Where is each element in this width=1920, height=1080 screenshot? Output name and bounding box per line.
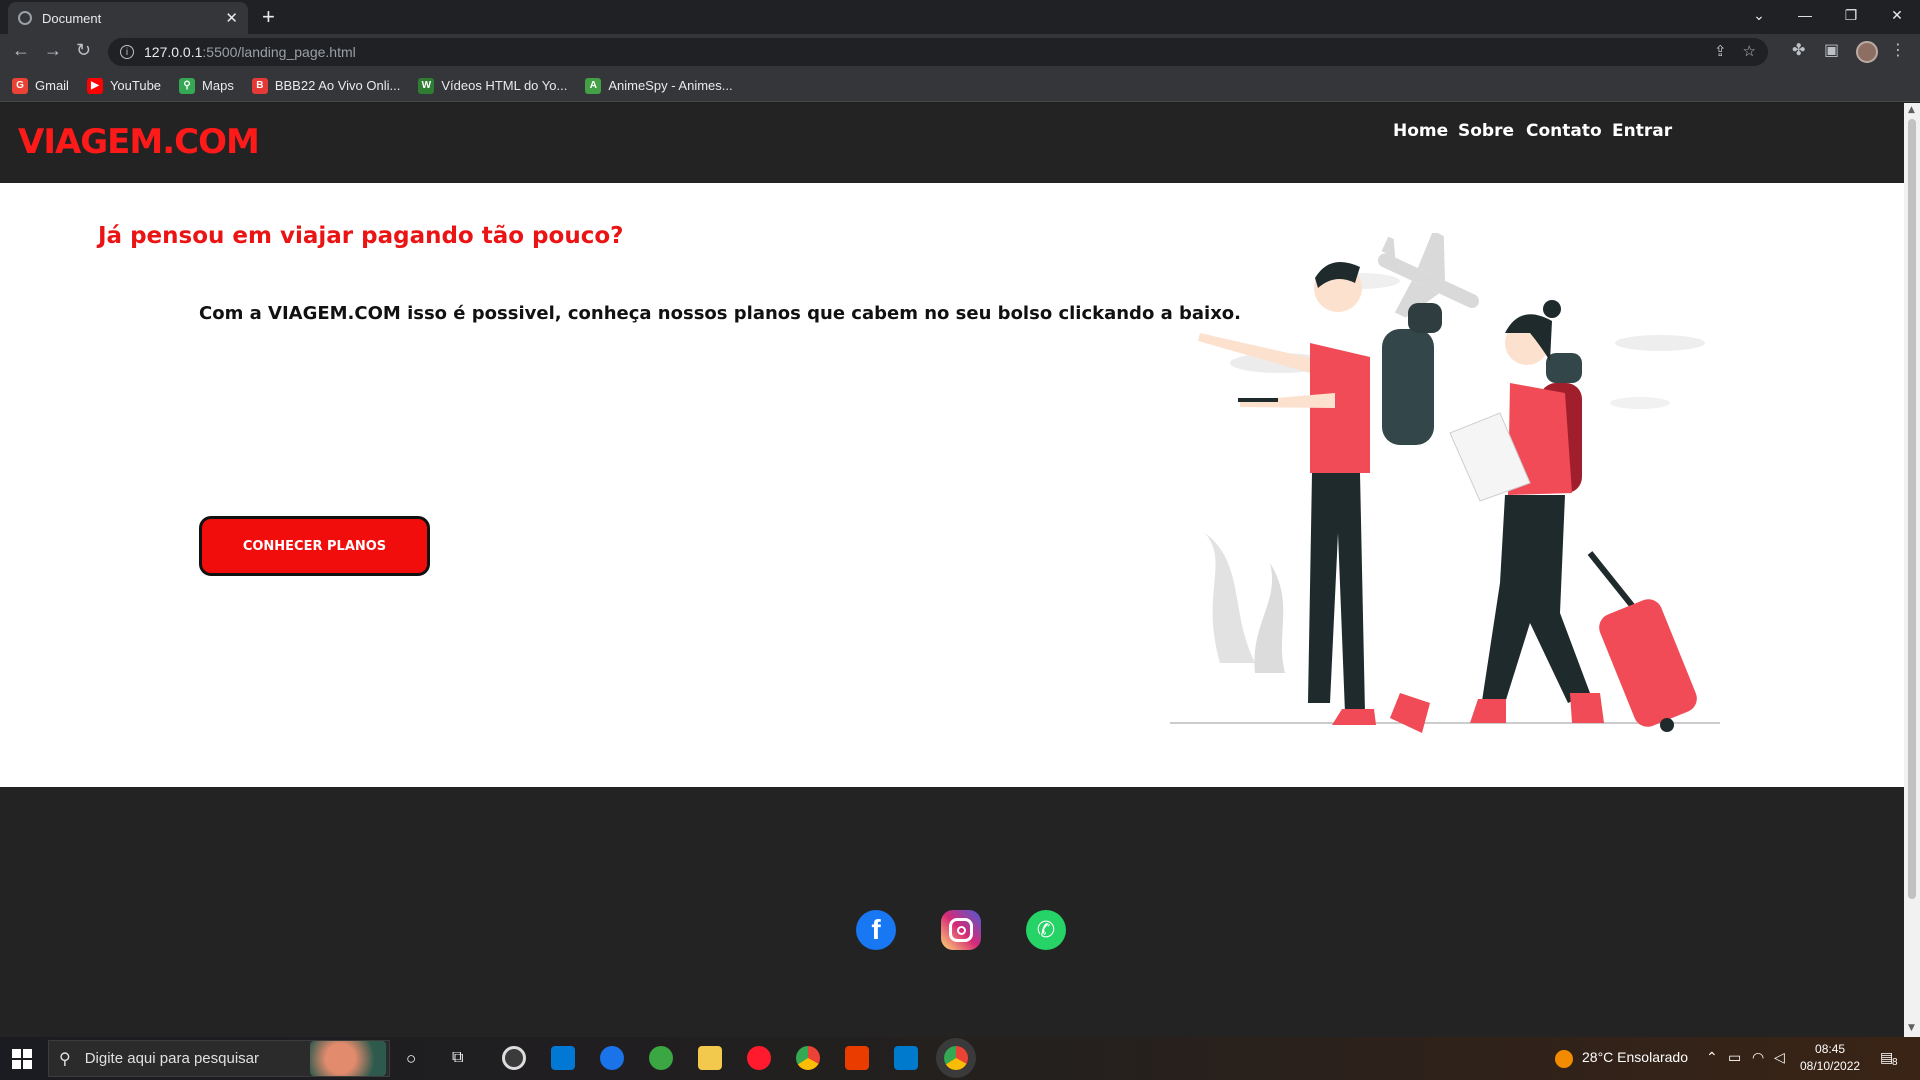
weather-text[interactable]: 28°C Ensolarado xyxy=(1582,1049,1688,1065)
bookmark-animespy[interactable]: A AnimeSpy - Animes... xyxy=(585,77,733,94)
minimize-button[interactable]: — xyxy=(1782,0,1828,30)
site-info-icon[interactable]: i xyxy=(120,45,134,59)
extensions-icon[interactable]: ✤ xyxy=(1792,40,1805,59)
chrome-icon[interactable] xyxy=(796,1046,820,1070)
bookmark-label: BBB22 Ao Vivo Onli... xyxy=(274,78,401,93)
menu-icon[interactable]: ⋮ xyxy=(1890,40,1906,59)
maps-icon: ⚲ xyxy=(179,77,196,94)
opera-icon[interactable] xyxy=(747,1046,771,1070)
search-icon: ⚲ xyxy=(59,1050,71,1068)
site-footer: f ✆ xyxy=(0,787,1904,1037)
forward-icon[interactable]: → xyxy=(44,40,62,61)
page-scrollbar[interactable]: ▲ ▼ xyxy=(1904,103,1920,1037)
taskbar-search-placeholder: Digite aqui para pesquisar xyxy=(84,1050,259,1067)
settings-icon[interactable] xyxy=(502,1046,526,1070)
browser-tabstrip: Document ✕ + ⌄ — ❐ ✕ xyxy=(0,0,1920,34)
scroll-up-icon[interactable]: ▲ xyxy=(1908,105,1915,115)
instagram-icon[interactable] xyxy=(941,910,981,950)
tab-search-icon[interactable]: ⌄ xyxy=(1736,0,1782,30)
bookmark-star-icon[interactable]: ☆ xyxy=(1743,42,1756,60)
scroll-down-icon[interactable]: ▼ xyxy=(1908,1023,1915,1033)
url-host: 127.0.0.1 xyxy=(144,44,203,60)
bookmark-youtube[interactable]: ▶ YouTube xyxy=(86,77,162,94)
windows-start-icon[interactable] xyxy=(12,1049,32,1069)
nav-sobre[interactable]: Sobre xyxy=(1458,121,1514,141)
bookmark-label: AnimeSpy - Animes... xyxy=(608,78,733,93)
bookmark-videos-html[interactable]: W Vídeos HTML do Yo... xyxy=(418,77,568,94)
site-logo[interactable]: VIAGEM.COM xyxy=(18,122,260,162)
close-window-button[interactable]: ✕ xyxy=(1874,0,1920,30)
bookmark-label: Gmail xyxy=(35,78,69,93)
cortana-icon[interactable]: ○ xyxy=(406,1049,416,1069)
tray-chevron-icon[interactable]: ⌃ xyxy=(1706,1049,1718,1066)
bookmark-label: Maps xyxy=(202,78,234,93)
bbb-icon: B xyxy=(251,77,268,94)
side-panel-icon[interactable]: ▣ xyxy=(1824,40,1839,59)
bookmark-label: YouTube xyxy=(109,78,162,93)
web-page: VIAGEM.COM Home Sobre Contato Entrar Já … xyxy=(0,103,1904,1037)
scroll-thumb[interactable] xyxy=(1908,119,1916,899)
hero-title: Já pensou em viajar pagando tão pouco? xyxy=(98,223,624,249)
office-icon[interactable] xyxy=(845,1046,869,1070)
search-highlight-image xyxy=(310,1041,386,1076)
app-c-icon[interactable] xyxy=(600,1046,624,1070)
battery-icon: ▭ xyxy=(1728,1049,1742,1065)
browser-tab[interactable]: Document ✕ xyxy=(8,2,248,34)
new-tab-button[interactable]: + xyxy=(262,4,275,30)
nav-contato[interactable]: Contato xyxy=(1526,121,1602,141)
weather-sun-icon xyxy=(1555,1050,1573,1068)
profile-avatar[interactable] xyxy=(1856,41,1878,63)
globe-icon xyxy=(18,11,32,25)
woman-traveler xyxy=(1449,300,1697,732)
notification-count: 8 xyxy=(1892,1057,1898,1068)
youtube-icon: ▶ xyxy=(86,77,103,94)
restore-button[interactable]: ❐ xyxy=(1828,0,1874,30)
hero-text: Com a VIAGEM.COM isso é possivel, conheç… xyxy=(199,303,1242,324)
address-bar[interactable]: i 127.0.0.1 :5500/landing_page.html ⇪ ☆ xyxy=(108,38,1768,66)
bookmarks-bar: G Gmail ▶ YouTube ⚲ Maps B BBB22 Ao Vivo… xyxy=(0,70,1920,102)
url-path: :5500/landing_page.html xyxy=(202,44,356,60)
w-icon: W xyxy=(418,77,435,94)
bookmark-bbb[interactable]: B BBB22 Ao Vivo Onli... xyxy=(251,77,401,94)
tab-title: Document xyxy=(42,10,102,26)
windows-taskbar: ⚲ Digite aqui para pesquisar ○ ⧉ 28°C En… xyxy=(0,1037,1920,1080)
bookmark-gmail[interactable]: G Gmail xyxy=(12,77,69,94)
conhecer-planos-button[interactable]: CONHECER PLANOS xyxy=(199,516,430,576)
utorrent-icon[interactable] xyxy=(649,1046,673,1070)
facebook-icon[interactable]: f xyxy=(856,910,896,950)
nav-home[interactable]: Home xyxy=(1393,121,1448,141)
animespy-icon: A xyxy=(585,77,602,94)
whatsapp-icon[interactable]: ✆ xyxy=(1026,910,1066,950)
vscode-icon[interactable] xyxy=(894,1046,918,1070)
clock-time: 08:45 xyxy=(1815,1042,1846,1056)
tab-close-icon[interactable]: ✕ xyxy=(225,9,238,27)
taskbar-clock[interactable]: 08:45 08/10/2022 xyxy=(1800,1041,1860,1075)
volume-icon[interactable]: ◁ xyxy=(1774,1049,1785,1066)
travelers-illustration xyxy=(1170,233,1720,733)
gmail-icon: G xyxy=(12,77,28,94)
share-icon[interactable]: ⇪ xyxy=(1714,42,1727,60)
reload-icon[interactable]: ↻ xyxy=(76,40,91,61)
back-icon[interactable]: ← xyxy=(12,40,30,61)
site-header: VIAGEM.COM Home Sobre Contato Entrar xyxy=(0,103,1904,183)
mail-icon[interactable] xyxy=(551,1046,575,1070)
wifi-icon[interactable]: ◠ xyxy=(1752,1049,1764,1066)
file-explorer-icon[interactable] xyxy=(698,1046,722,1070)
chrome-active-icon[interactable] xyxy=(944,1046,968,1070)
task-view-icon[interactable]: ⧉ xyxy=(452,1049,463,1067)
bookmark-label: Vídeos HTML do Yo... xyxy=(441,78,568,93)
browser-toolbar: ← → ↻ i 127.0.0.1 :5500/landing_page.htm… xyxy=(0,34,1920,70)
nav-entrar[interactable]: Entrar xyxy=(1612,121,1672,141)
bookmark-maps[interactable]: ⚲ Maps xyxy=(179,77,234,94)
clock-date: 08/10/2022 xyxy=(1800,1059,1861,1073)
